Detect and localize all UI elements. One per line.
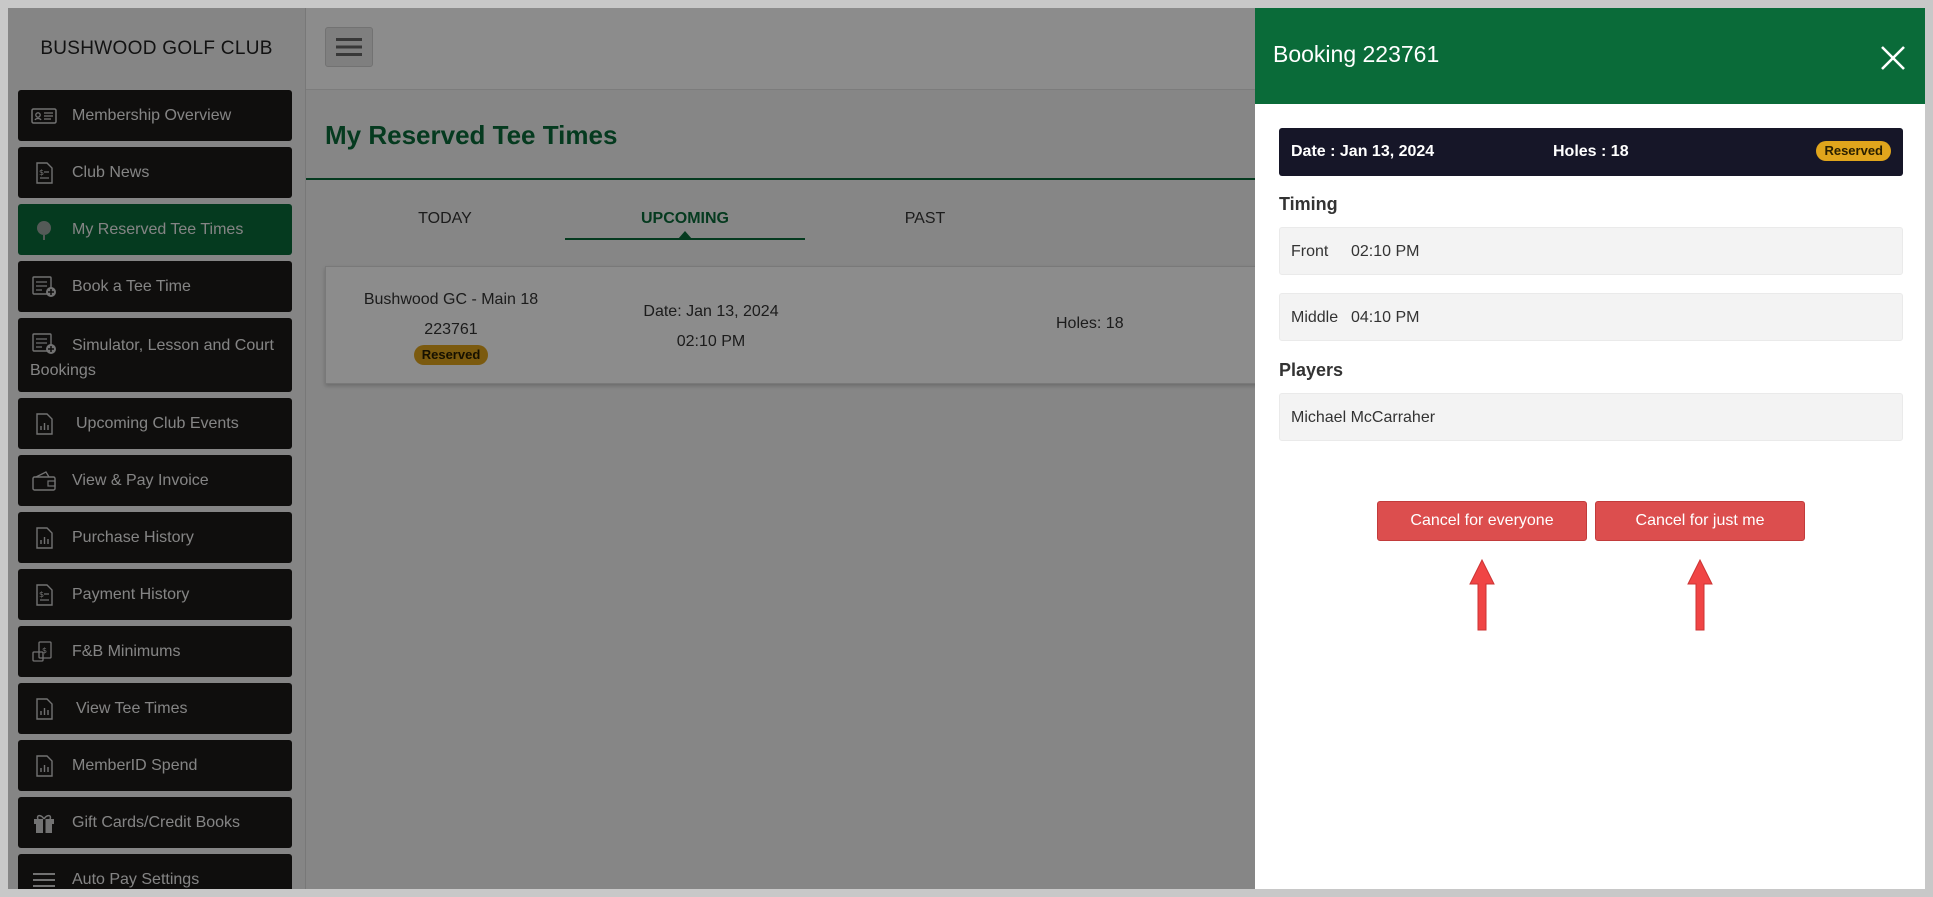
summary-date: Date : Jan 13, 2024 [1291, 143, 1435, 160]
timing-value: 04:10 PM [1351, 309, 1420, 326]
drawer-header: Booking 223761 [1255, 8, 1925, 104]
timing-label: Middle [1291, 309, 1339, 326]
timing-row-middle: Middle 04:10 PM [1279, 293, 1903, 341]
booking-drawer: Booking 223761 Date : Jan 13, 2024 Holes… [1255, 8, 1925, 889]
close-button[interactable] [1879, 44, 1907, 72]
summary-holes: Holes : 18 [1553, 143, 1629, 160]
annotation-arrow-icon [1687, 558, 1713, 631]
close-icon [1881, 46, 1905, 70]
player-row: Michael McCarraher [1279, 393, 1903, 441]
timing-value: 02:10 PM [1351, 243, 1420, 260]
player-name: Michael McCarraher [1291, 409, 1436, 426]
app-window: BUSHWOOD GOLF CLUB Membership Overview $… [8, 8, 1925, 889]
timing-label: Front [1291, 243, 1329, 260]
cancel-for-everyone-button[interactable]: Cancel for everyone [1377, 501, 1587, 541]
players-heading: Players [1279, 360, 1344, 380]
drawer-title: Booking 223761 [1273, 41, 1440, 67]
cancel-for-just-me-button[interactable]: Cancel for just me [1595, 501, 1805, 541]
annotation-arrow-icon [1469, 558, 1495, 631]
timing-heading: Timing [1279, 194, 1338, 214]
booking-summary-bar: Date : Jan 13, 2024 Holes : 18 Reserved [1279, 128, 1903, 176]
timing-row-front: Front 02:10 PM [1279, 227, 1903, 275]
status-badge: Reserved [1816, 141, 1891, 161]
